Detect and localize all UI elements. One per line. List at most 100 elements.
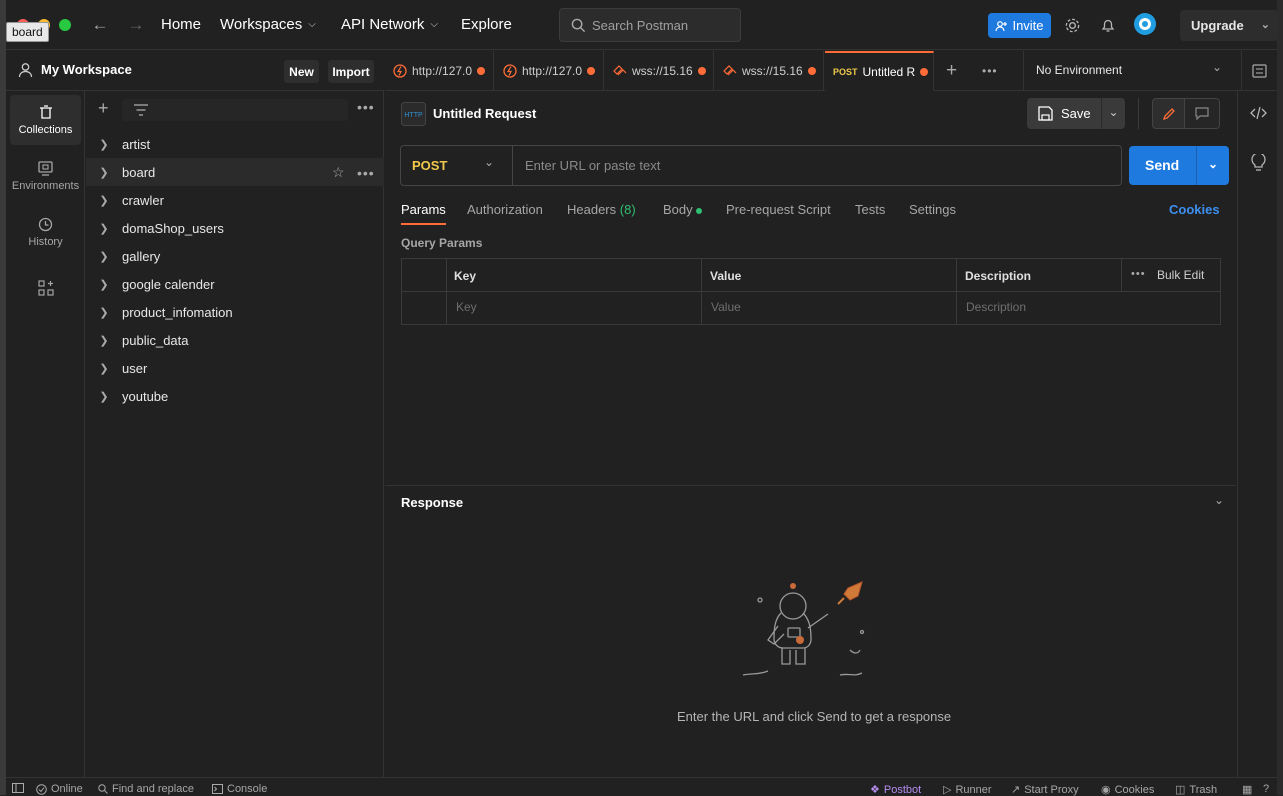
tab-pre-request-script[interactable]: Pre-request Script — [726, 202, 831, 217]
edit-mode-toggle — [1138, 98, 1139, 129]
sidebar-item-history[interactable]: History — [10, 207, 81, 257]
body-status-dot — [696, 207, 703, 214]
upgrade-button[interactable]: Upgrade ⌄ — [1180, 10, 1278, 41]
start-proxy-button[interactable]: ↗ Start Proxy — [1011, 783, 1079, 796]
more-options-icon[interactable]: ••• — [1131, 268, 1146, 280]
collection-item[interactable]: ❯ domaShop_users — [86, 214, 384, 242]
tab-params[interactable]: Params — [401, 202, 446, 225]
save-button[interactable]: Save ⌄ — [1027, 98, 1125, 129]
gear-icon[interactable] — [1060, 13, 1084, 37]
response-title: Response — [401, 495, 464, 510]
trash-icon: ◫ — [1175, 784, 1186, 796]
tab-untitled-request[interactable]: POST Untitled R — [825, 51, 934, 91]
websocket-icon — [723, 64, 737, 78]
chevron-down-icon[interactable]: ⌄ — [1101, 98, 1125, 129]
filter-icon — [134, 104, 148, 116]
toggle-sidebar-icon[interactable] — [12, 783, 24, 793]
find-replace-button[interactable]: Find and replace — [98, 783, 194, 795]
collection-item[interactable]: ❯ youtube — [86, 382, 384, 410]
tab-ws-2[interactable]: wss://15.16 — [715, 51, 824, 91]
postbot-button[interactable]: ❖ Postbot — [870, 783, 921, 796]
collection-item[interactable]: ❯ google calender — [86, 270, 384, 298]
nav-api-network[interactable]: API Network ⌵ — [341, 14, 438, 36]
environment-selector[interactable]: No Environment ⌄ — [1023, 51, 1233, 91]
star-icon[interactable]: ☆ — [332, 164, 345, 181]
tab-settings[interactable]: Settings — [909, 202, 956, 217]
sidebar-item-environments[interactable]: Environments — [10, 151, 81, 201]
query-params-title: Query Params — [401, 236, 483, 250]
tab-http-1[interactable]: http://127.0 — [385, 51, 494, 91]
import-button[interactable]: Import — [328, 60, 374, 83]
collection-item[interactable]: ❯ artist — [86, 130, 384, 158]
send-button[interactable]: Send ⌄ — [1129, 146, 1229, 185]
collection-item[interactable]: ❯ public_data — [86, 326, 384, 354]
back-arrow-icon[interactable]: ← — [89, 14, 111, 36]
search-input[interactable]: Search Postman — [559, 8, 741, 42]
trash-button[interactable]: ◫ Trash — [1175, 783, 1217, 796]
table-header-row — [402, 259, 1220, 292]
new-button[interactable]: New — [284, 60, 319, 83]
online-status[interactable]: Online — [36, 783, 83, 795]
tab-authorization[interactable]: Authorization — [467, 202, 543, 217]
column-divider — [446, 259, 447, 324]
chevron-right-icon: ❯ — [99, 194, 109, 207]
bell-icon[interactable] — [1096, 13, 1120, 37]
more-options-icon[interactable]: ••• — [357, 165, 375, 181]
tab-body[interactable]: Body — [663, 202, 703, 217]
collection-item[interactable]: ❯ user — [86, 354, 384, 382]
description-field[interactable]: Description — [966, 300, 1026, 314]
cookies-link[interactable]: Cookies — [1169, 202, 1220, 217]
chevron-down-icon[interactable]: ⌄ — [1214, 493, 1224, 507]
help-icon[interactable]: ? — [1263, 783, 1269, 795]
runner-button[interactable]: ▷ Runner — [943, 783, 992, 796]
cookies-button[interactable]: ◉ Cookies — [1101, 783, 1154, 796]
response-pane: Response ⌄ Enter the URL and click Send … — [385, 485, 1236, 777]
collection-item[interactable]: ❯ product_infomation — [86, 298, 384, 326]
nav-workspaces[interactable]: Workspaces ⌵ — [220, 14, 316, 36]
filter-input[interactable] — [122, 99, 348, 121]
code-icon[interactable] — [1250, 106, 1267, 120]
method-select[interactable]: POST ⌄ — [401, 146, 512, 185]
apps-grid-icon — [37, 280, 54, 296]
collection-item[interactable]: ❯ gallery — [86, 242, 384, 270]
comment-icon[interactable] — [1185, 98, 1220, 129]
layout-grid-icon[interactable]: ▦ — [1242, 783, 1252, 796]
more-options-icon[interactable]: ••• — [357, 99, 375, 115]
url-input[interactable] — [512, 146, 1120, 185]
lightbulb-icon[interactable] — [1251, 154, 1266, 171]
nav-home[interactable]: Home — [161, 14, 201, 36]
environment-quick-look-icon[interactable] — [1241, 51, 1277, 91]
forward-arrow-icon[interactable]: → — [125, 14, 147, 36]
unsaved-dot — [920, 68, 929, 76]
sidebar-item-apps[interactable] — [10, 268, 81, 308]
pencil-icon[interactable] — [1152, 98, 1185, 129]
status-bar: Online Find and replace Console ❖ Postbot… — [6, 777, 1277, 796]
nav-explore[interactable]: Explore — [461, 14, 512, 36]
new-tab-plus-icon[interactable]: + — [946, 60, 957, 82]
chevron-down-icon: ⌄ — [484, 155, 495, 169]
tab-tests[interactable]: Tests — [855, 202, 885, 217]
chevron-down-icon[interactable]: ⌄ — [1196, 146, 1229, 185]
tab-ws-1[interactable]: wss://15.16 — [605, 51, 714, 91]
avatar[interactable] — [1133, 12, 1157, 36]
tab-headers[interactable]: Headers (8) — [567, 202, 636, 217]
collection-item[interactable]: ❯ board ☆ ••• — [86, 158, 384, 186]
tab-http-2[interactable]: http://127.0 — [495, 51, 604, 91]
bulk-edit-link[interactable]: Bulk Edit — [1157, 268, 1204, 282]
http-request-icon — [393, 64, 407, 78]
more-tabs-icon[interactable]: ••• — [982, 64, 998, 78]
value-field[interactable]: Value — [711, 300, 741, 314]
right-context-bar — [1237, 91, 1277, 777]
chevron-right-icon: ❯ — [99, 390, 109, 403]
chevron-down-icon: ⌵ — [430, 19, 438, 30]
console-button[interactable]: Console — [212, 783, 267, 795]
column-header-value: Value — [710, 269, 742, 283]
collection-item[interactable]: ❯ crawler — [86, 186, 384, 214]
proxy-icon: ↗ — [1011, 784, 1021, 796]
sidebar-item-collections[interactable]: Collections — [10, 95, 81, 145]
maximize-window-button[interactable] — [59, 19, 71, 31]
invite-button[interactable]: Invite — [988, 13, 1051, 38]
key-field[interactable]: Key — [456, 300, 477, 314]
plus-icon[interactable]: + — [98, 98, 109, 119]
environment-icon — [38, 160, 53, 176]
